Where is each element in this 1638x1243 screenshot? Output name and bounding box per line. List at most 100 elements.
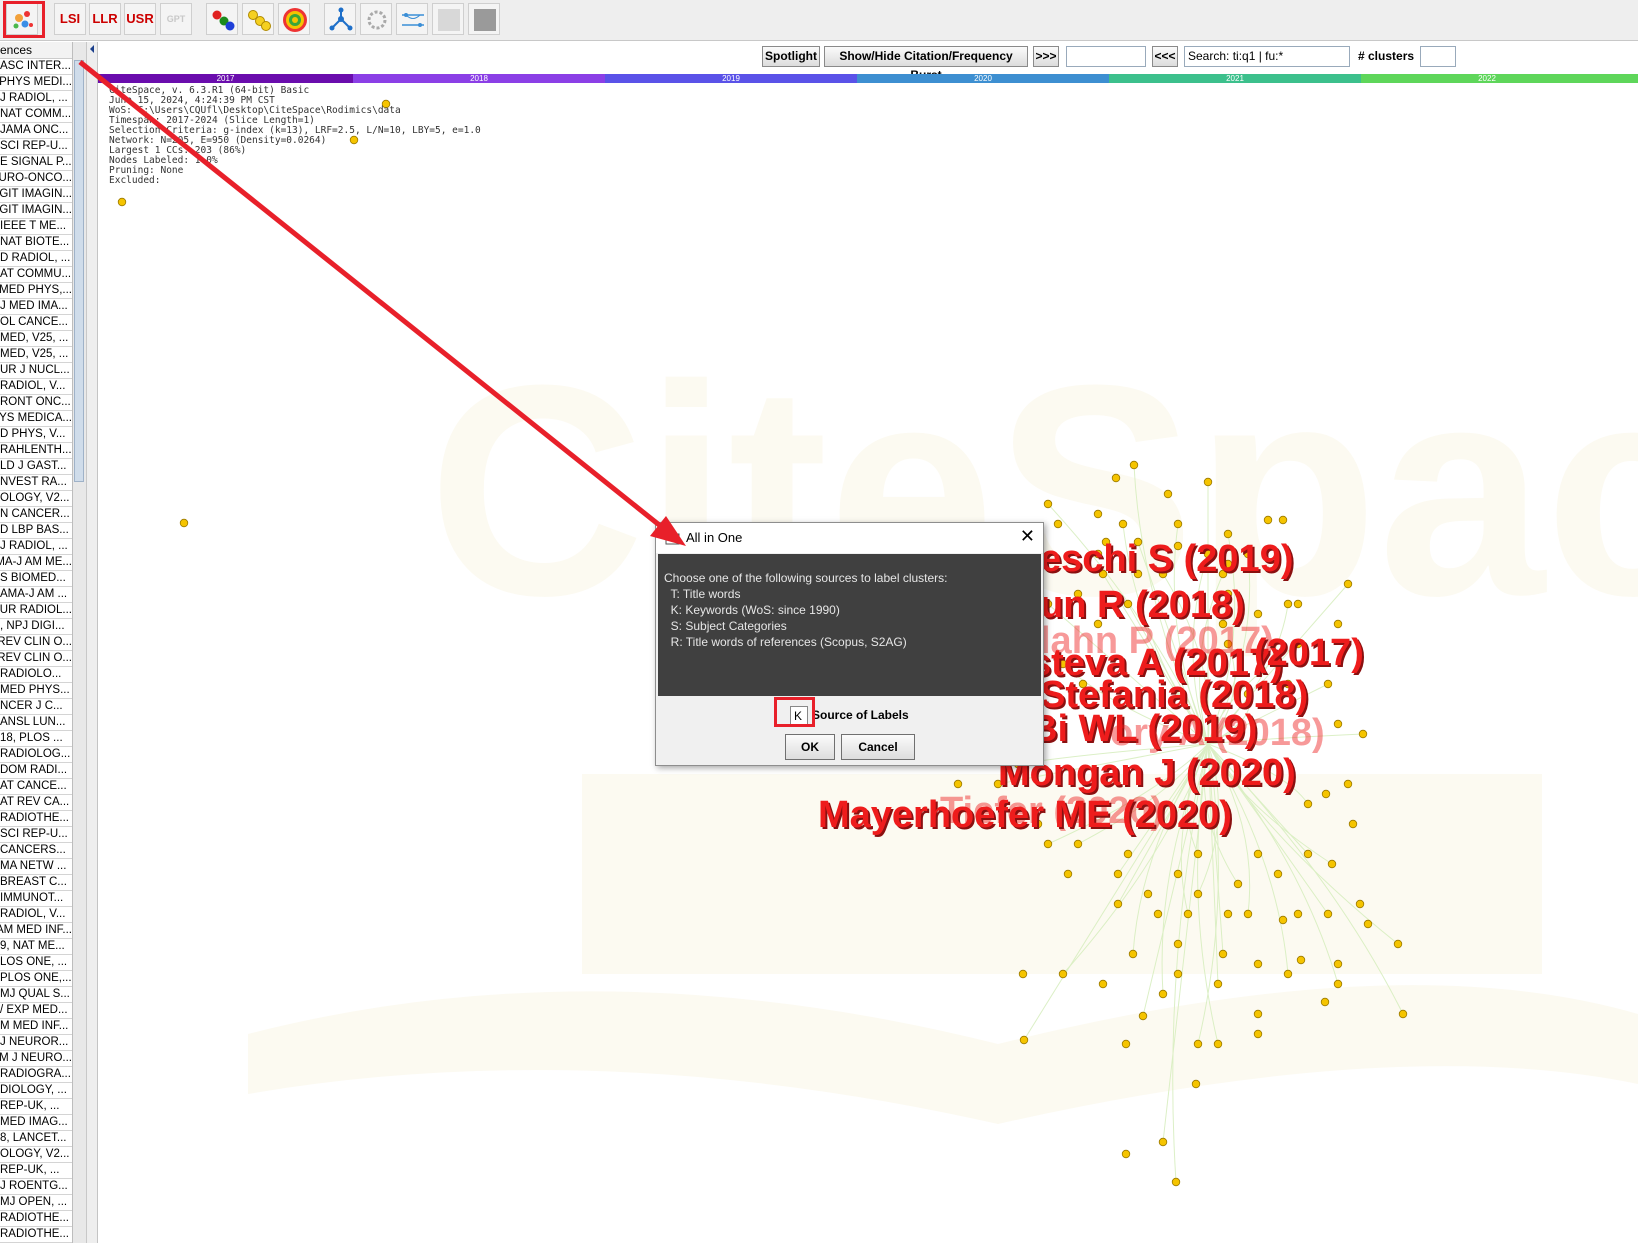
- reference-list-item[interactable]: BREAST C...: [0, 875, 72, 891]
- reference-list-item[interactable]: NVEST RA...: [0, 475, 72, 491]
- reference-list-item[interactable]: D LBP BAS...: [0, 523, 72, 539]
- reference-list-item[interactable]: J RADIOL, ...: [0, 91, 72, 107]
- reference-list-item[interactable]: RADIOTHE...: [0, 811, 72, 827]
- reference-list-item[interactable]: AT CANCE...: [0, 779, 72, 795]
- network-node[interactable]: [1253, 849, 1263, 859]
- reference-list-item[interactable]: PHYS MEDI...: [0, 75, 72, 91]
- network-node[interactable]: [1218, 949, 1228, 959]
- photo-icon[interactable]: [468, 3, 500, 35]
- reference-list-item[interactable]: ANSL LUN...: [0, 715, 72, 731]
- network-node[interactable]: [1129, 460, 1139, 470]
- network-node[interactable]: [1191, 1079, 1201, 1089]
- network-node[interactable]: [1019, 1035, 1029, 1045]
- reference-list-item[interactable]: MJ OPEN, ...: [0, 1195, 72, 1211]
- network-node[interactable]: [1273, 869, 1283, 879]
- reference-list-item[interactable]: E SIGNAL P...: [0, 155, 72, 171]
- spotlight-button[interactable]: Spotlight: [762, 46, 820, 67]
- network-node[interactable]: [1355, 899, 1365, 909]
- reference-list-item[interactable]: LOS ONE, ...: [0, 955, 72, 971]
- network-node[interactable]: [1138, 1011, 1148, 1021]
- reference-list-item[interactable]: AM MED INF...: [0, 923, 72, 939]
- collapse-arrow-icon[interactable]: [87, 42, 97, 62]
- reference-list-item[interactable]: NCER J C...: [0, 699, 72, 715]
- reference-list-item[interactable]: 8, LANCET...: [0, 1131, 72, 1147]
- reference-list-item[interactable]: REP-UK, ...: [0, 1163, 72, 1179]
- network-node[interactable]: [1320, 997, 1330, 1007]
- network-node[interactable]: [1293, 599, 1303, 609]
- reference-list-item[interactable]: MA NETW ...: [0, 859, 72, 875]
- reference-list-item[interactable]: MA-J AM ME...: [0, 555, 72, 571]
- reference-list-item[interactable]: SCI REP-U...: [0, 827, 72, 843]
- reference-list-item[interactable]: 9, NAT ME...: [0, 939, 72, 955]
- lsi-button[interactable]: LSI: [54, 3, 86, 35]
- list-scrollbar[interactable]: [73, 42, 87, 1243]
- network-node[interactable]: [1263, 515, 1273, 525]
- network-node[interactable]: [1128, 949, 1138, 959]
- reference-list-item[interactable]: UR RADIOL...: [0, 603, 72, 619]
- reference-list-item[interactable]: NAT COMM...: [0, 107, 72, 123]
- network-node[interactable]: [1173, 869, 1183, 879]
- reference-list-item[interactable]: REP-UK, ...: [0, 1099, 72, 1115]
- reference-list-item[interactable]: AT COMMU...: [0, 267, 72, 283]
- network-node[interactable]: [1193, 889, 1203, 899]
- network-node[interactable]: [1153, 909, 1163, 919]
- search-input[interactable]: Search: ti:q1 | fu:*: [1184, 46, 1350, 67]
- network-node[interactable]: [1253, 1029, 1263, 1039]
- reference-list-item[interactable]: J ROENTG...: [0, 1179, 72, 1195]
- reference-list-item[interactable]: RADIOL, V...: [0, 379, 72, 395]
- network-node[interactable]: [1293, 909, 1303, 919]
- scrollbar-thumb[interactable]: [74, 60, 84, 482]
- network-node[interactable]: [1113, 869, 1123, 879]
- splitter-handle[interactable]: [87, 42, 98, 1243]
- reference-list-item[interactable]: AMA-J AM ...: [0, 587, 72, 603]
- reference-list-item[interactable]: RADIOTHE...: [0, 1211, 72, 1227]
- usr-button[interactable]: USR: [124, 3, 156, 35]
- reference-list-item[interactable]: GIT IMAGIN...: [0, 203, 72, 219]
- next-button[interactable]: >>>: [1033, 46, 1059, 67]
- gpt-button[interactable]: GPT: [160, 3, 192, 35]
- network-node[interactable]: [1333, 959, 1343, 969]
- network-node[interactable]: [1018, 969, 1028, 979]
- close-icon[interactable]: ✕: [1020, 526, 1035, 547]
- network-node[interactable]: [1283, 599, 1293, 609]
- network-node[interactable]: [1158, 1137, 1168, 1147]
- node-label[interactable]: eschi S (2019): [1040, 538, 1293, 581]
- network-node[interactable]: [1278, 915, 1288, 925]
- network-node[interactable]: [1213, 979, 1223, 989]
- network-node[interactable]: [1398, 1009, 1408, 1019]
- reference-list-item[interactable]: J MED IMA...: [0, 299, 72, 315]
- reference-list-item[interactable]: OL CANCE...: [0, 315, 72, 331]
- network-node[interactable]: [1173, 969, 1183, 979]
- reference-list-item[interactable]: MJ QUAL S...: [0, 987, 72, 1003]
- network-node[interactable]: [1243, 909, 1253, 919]
- reference-list-item[interactable]: J RADIOL, ...: [0, 539, 72, 555]
- network-node[interactable]: [1043, 839, 1053, 849]
- reference-list-item[interactable]: N CANCER...: [0, 507, 72, 523]
- reference-list-item[interactable]: MED, V25, ...: [0, 331, 72, 347]
- network-node[interactable]: [1233, 879, 1243, 889]
- reference-list-item[interactable]: MED, V25, ...: [0, 347, 72, 363]
- reference-list-item[interactable]: REV CLIN O...: [0, 651, 72, 667]
- llr-button[interactable]: LLR: [89, 3, 121, 35]
- reference-list-item[interactable]: M J NEURO...: [0, 1051, 72, 1067]
- nodes-color-icon[interactable]: [206, 3, 238, 35]
- reference-list-item[interactable]: RADIOLO...: [0, 667, 72, 683]
- network-node[interactable]: [1223, 909, 1233, 919]
- network-node[interactable]: [1043, 499, 1053, 509]
- reference-list-item[interactable]: UR J NUCL...: [0, 363, 72, 379]
- reference-list-item[interactable]: LD J GAST...: [0, 459, 72, 475]
- network-node[interactable]: [117, 197, 127, 207]
- ok-button[interactable]: OK: [785, 734, 835, 760]
- network-node[interactable]: [1213, 1039, 1223, 1049]
- list-header[interactable]: ences: [0, 42, 72, 59]
- circle-layout-icon[interactable]: [360, 3, 392, 35]
- network-node[interactable]: [1118, 519, 1128, 529]
- network-node[interactable]: [1327, 859, 1337, 869]
- network-node[interactable]: [1323, 909, 1333, 919]
- network-node[interactable]: [1063, 869, 1073, 879]
- network-node[interactable]: [1113, 899, 1123, 909]
- reference-list-item[interactable]: S BIOMED...: [0, 571, 72, 587]
- reference-list-item[interactable]: JAMA ONC...: [0, 123, 72, 139]
- reference-list-item[interactable]: RADIOTHE...: [0, 1227, 72, 1243]
- network-node[interactable]: [1278, 515, 1288, 525]
